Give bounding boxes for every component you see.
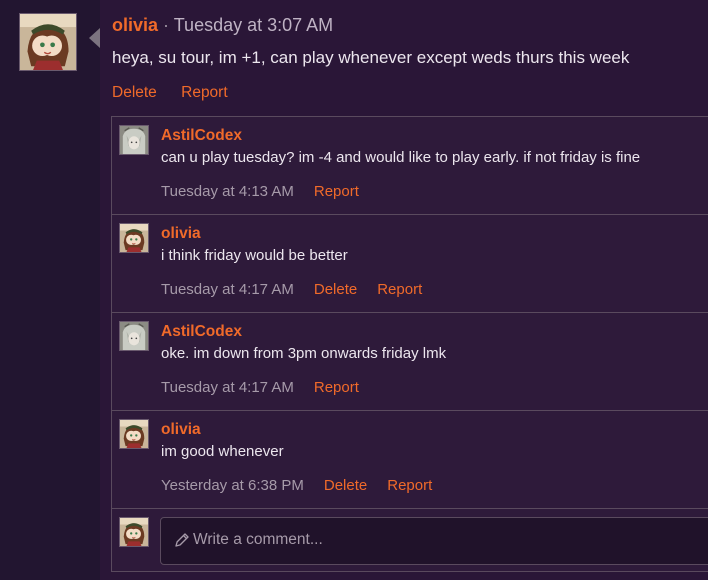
comment-meta: Tuesday at 4:17 AM Delete Report [161, 281, 422, 298]
comment-text: im good whenever [161, 443, 284, 460]
comment-author[interactable]: AstilCodex [161, 127, 242, 145]
comment-composer: Write a comment... [112, 509, 708, 573]
comment-text: oke. im down from 3pm onwards friday lmk [161, 345, 447, 362]
post-pointer-arrow [89, 28, 100, 48]
comment-timestamp[interactable]: Tuesday at 4:17 AM [161, 379, 294, 396]
report-link[interactable]: Report [314, 379, 359, 396]
comment-meta: Tuesday at 4:13 AM Report [161, 183, 359, 200]
comment-timestamp[interactable]: Tuesday at 4:17 AM [161, 281, 294, 298]
avatar[interactable] [119, 419, 149, 449]
post-author[interactable]: olivia [112, 15, 158, 35]
report-link[interactable]: Report [387, 477, 432, 494]
avatar[interactable] [119, 223, 149, 253]
delete-link[interactable]: Delete [112, 84, 157, 101]
comment-author[interactable]: AstilCodex [161, 323, 242, 341]
comment-item: AstilCodex can u play tuesday? im -4 and… [112, 117, 708, 215]
post-body: heya, su tour, im +1, can play whenever … [112, 48, 630, 67]
separator: · [163, 15, 170, 35]
report-link[interactable]: Report [181, 84, 228, 101]
comment-author[interactable]: olivia [161, 421, 201, 439]
pencil-icon [175, 533, 189, 547]
avatar[interactable] [119, 125, 149, 155]
comment-meta: Yesterday at 6:38 PM Delete Report [161, 477, 432, 494]
comment-text: i think friday would be better [161, 247, 348, 264]
comment-timestamp[interactable]: Yesterday at 6:38 PM [161, 477, 304, 494]
comment-meta: Tuesday at 4:17 AM Report [161, 379, 359, 396]
comment-input[interactable]: Write a comment... [160, 517, 708, 565]
avatar[interactable] [19, 13, 77, 71]
delete-link[interactable]: Delete [314, 281, 357, 298]
comment-item: olivia im good whenever Yesterday at 6:3… [112, 411, 708, 509]
post-timestamp[interactable]: Tuesday at 3:07 AM [174, 15, 333, 35]
comment-item: olivia i think friday would be better Tu… [112, 215, 708, 313]
report-link[interactable]: Report [314, 183, 359, 200]
avatar[interactable] [119, 321, 149, 351]
post-header: olivia · Tuesday at 3:07 AM [112, 15, 333, 36]
post-actions: Delete Report [112, 84, 248, 102]
comment-author[interactable]: olivia [161, 225, 201, 243]
comment-timestamp[interactable]: Tuesday at 4:13 AM [161, 183, 294, 200]
report-link[interactable]: Report [377, 281, 422, 298]
avatar [119, 517, 149, 547]
delete-link[interactable]: Delete [324, 477, 367, 494]
left-gutter [0, 0, 100, 580]
comment-text: can u play tuesday? im -4 and would like… [161, 149, 641, 166]
comment-item: AstilCodex oke. im down from 3pm onwards… [112, 313, 708, 411]
comment-list: AstilCodex can u play tuesday? im -4 and… [111, 116, 708, 572]
